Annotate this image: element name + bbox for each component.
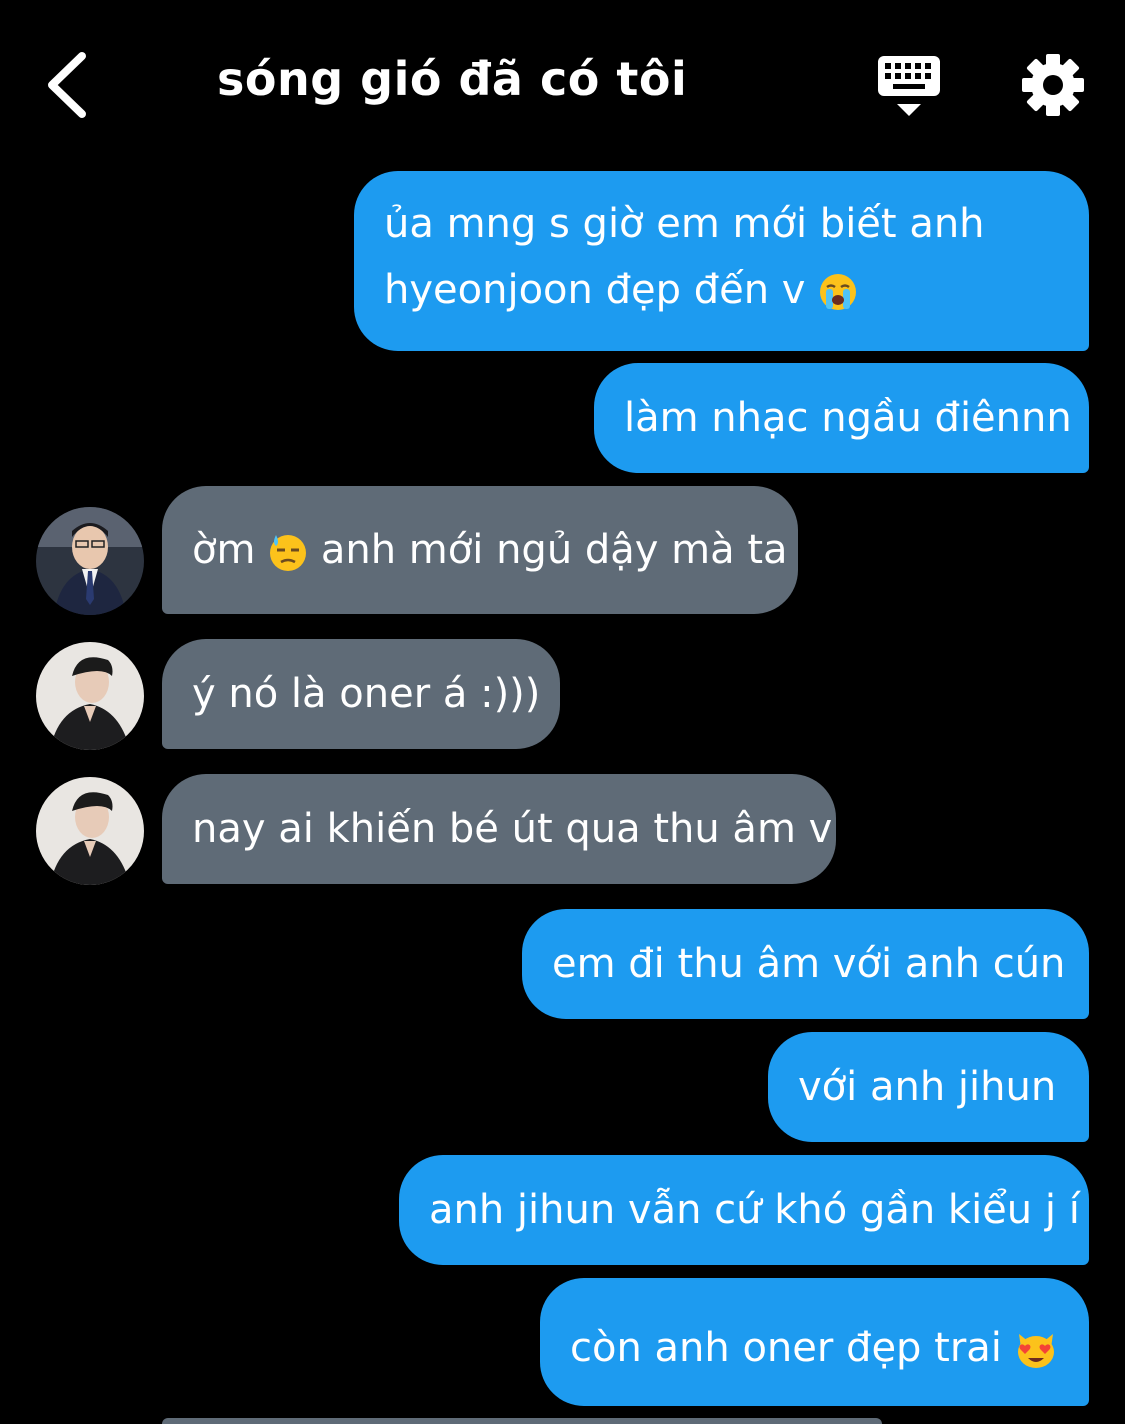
chat-header: sóng gió đã có tôi: [0, 0, 1125, 165]
smiling-cat-heart-eyes-icon: [1017, 1334, 1054, 1368]
avatar[interactable]: [36, 507, 144, 615]
avatar[interactable]: [36, 777, 144, 885]
chat-title: sóng gió đã có tôi: [217, 52, 688, 106]
loudly-crying-face-icon: [820, 274, 857, 310]
avatar-jacket-image: [36, 777, 144, 885]
message-bubble-sent[interactable]: anh jihun vẫn cứ khó gần kiểu j í: [399, 1155, 1089, 1265]
message-bubble-sent[interactable]: còn anh oner đẹp trai: [540, 1278, 1089, 1406]
message-bubble-sent[interactable]: với anh jihun: [768, 1032, 1089, 1142]
message-bubble-received[interactable]: nay ai khiến bé út qua thu âm v: [162, 774, 836, 884]
message-bubble-received[interactable]: ờm anh mới ngủ dậy mà ta: [162, 486, 798, 614]
message-bubble-sent[interactable]: em đi thu âm với anh cún: [522, 909, 1089, 1019]
avatar-suit-image: [36, 507, 144, 615]
message-bubble-sent[interactable]: làm nhạc ngầu điênnn: [594, 363, 1089, 473]
message-bubble-received[interactable]: ý nó là oner á :))): [162, 639, 560, 749]
avatar[interactable]: [36, 642, 144, 750]
message-bubble-received-partial: [162, 1418, 882, 1424]
downcast-face-with-sweat-icon: [270, 535, 307, 571]
keyboard-icon[interactable]: [876, 54, 942, 120]
avatar-jacket-image: [36, 642, 144, 750]
message-line: hyeonjoon đẹp đến v: [384, 257, 1059, 323]
chevron-left-icon[interactable]: [40, 48, 100, 123]
message-bubble-sent[interactable]: ủa mng s giờ em mới biết anh hyeonjoon đ…: [354, 171, 1089, 351]
message-line: ủa mng s giờ em mới biết anh: [384, 201, 985, 247]
gear-icon[interactable]: [1020, 52, 1086, 118]
